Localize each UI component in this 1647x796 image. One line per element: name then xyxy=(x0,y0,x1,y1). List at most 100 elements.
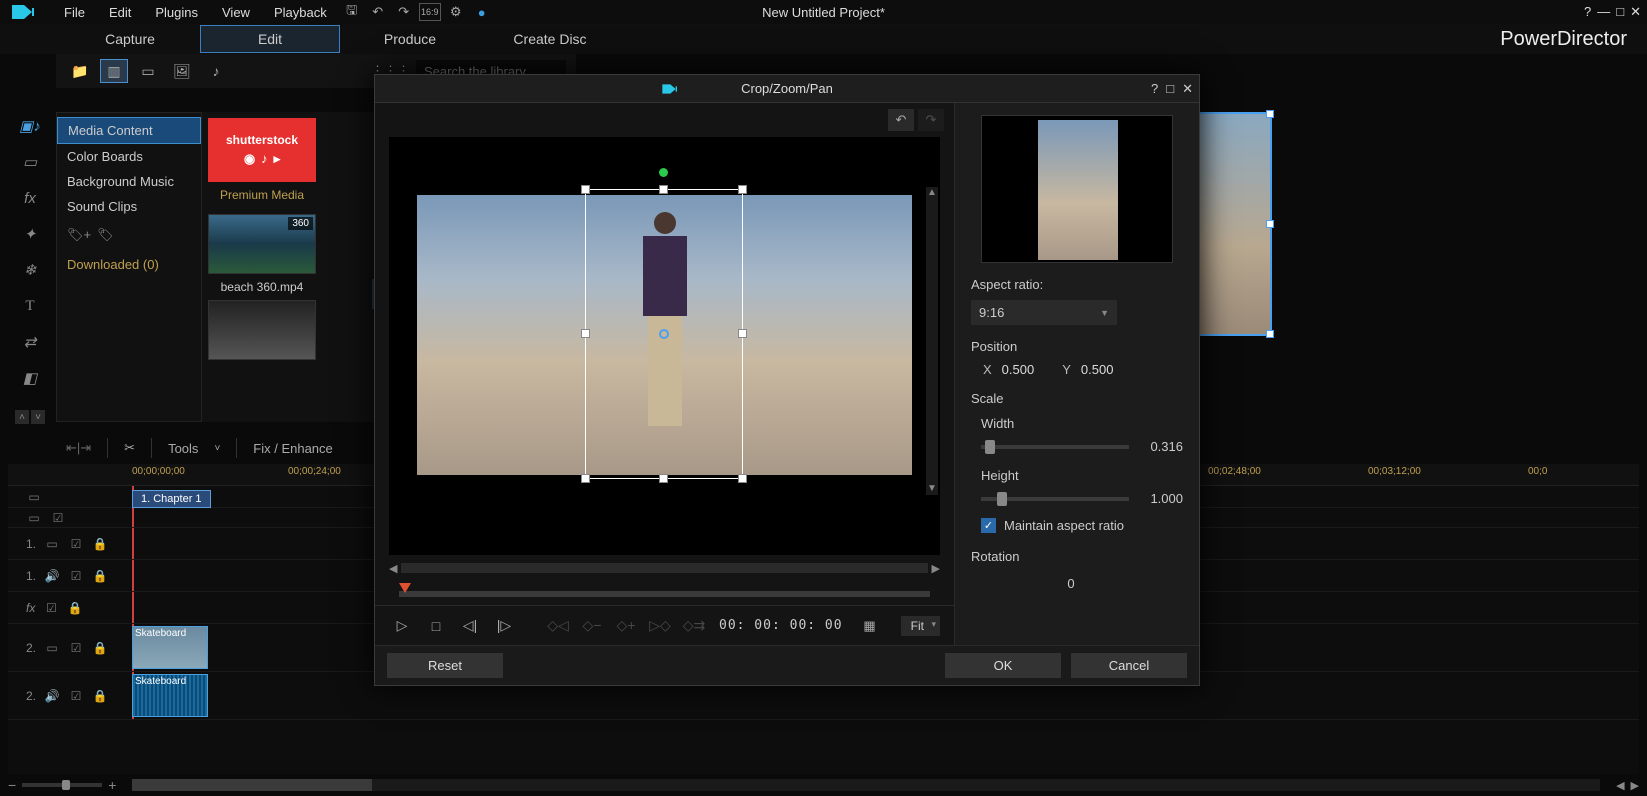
lock-icon[interactable]: 🔒 xyxy=(92,536,108,552)
scroll-left-icon[interactable]: ◀ xyxy=(1616,779,1624,792)
title-room-icon[interactable]: ▭ xyxy=(14,148,46,176)
save-icon[interactable]: 🖫 xyxy=(341,3,363,21)
menu-view[interactable]: View xyxy=(212,3,260,22)
zoom-out-icon[interactable]: − xyxy=(8,777,16,793)
cat-sound-clips[interactable]: Sound Clips xyxy=(57,194,201,219)
text-room-icon[interactable]: T xyxy=(14,292,46,320)
crop-handle-lm[interactable] xyxy=(581,329,590,338)
play-icon[interactable]: ▷ xyxy=(389,614,415,638)
cloud-icon[interactable]: ● xyxy=(471,3,493,21)
split-align-icon[interactable]: ⇤|⇥ xyxy=(66,440,91,456)
height-value[interactable]: 1.000 xyxy=(1139,491,1183,506)
undo-icon[interactable]: ↶ xyxy=(367,3,389,21)
settings-icon[interactable]: ⚙ xyxy=(445,3,467,21)
cat-media-content[interactable]: Media Content xyxy=(57,117,201,144)
marker-icon[interactable]: ▭ xyxy=(26,489,42,505)
menu-edit[interactable]: Edit xyxy=(99,3,141,22)
pos-y-value[interactable]: 0.500 xyxy=(1081,362,1114,377)
crop-handle-rm[interactable] xyxy=(738,329,747,338)
media-thumb[interactable]: 360 xyxy=(208,214,316,274)
track-toggle-icon[interactable]: ▭ xyxy=(26,510,42,526)
editor-undo-icon[interactable]: ↶ xyxy=(888,109,914,131)
tab-capture[interactable]: Capture xyxy=(60,26,200,52)
safezone-icon[interactable]: ▦ xyxy=(857,614,883,638)
visible-icon[interactable]: ☑ xyxy=(68,568,84,584)
aspect-ratio-select[interactable]: 9:16▼ xyxy=(971,300,1117,325)
shutterstock-tile[interactable]: shutterstock ◉ ♪ ▸ xyxy=(208,118,316,182)
dialog-titlebar[interactable]: Crop/Zoom/Pan ? □ ✕ xyxy=(375,75,1199,103)
stop-icon[interactable]: □ xyxy=(423,614,449,638)
editor-hscroll[interactable]: ◀▶ xyxy=(389,559,940,577)
media-room-icon[interactable]: ▣♪ xyxy=(14,112,46,140)
tab-edit[interactable]: Edit xyxy=(200,25,340,53)
tools-dropdown[interactable]: Tools xyxy=(168,441,198,456)
redo-icon[interactable]: ↷ xyxy=(393,3,415,21)
tag-add-icon[interactable]: 🏷+ xyxy=(67,227,91,243)
pos-x-value[interactable]: 0.500 xyxy=(1002,362,1035,377)
help-icon[interactable]: ? xyxy=(1584,4,1591,20)
kf-prev-icon[interactable]: ◇◁ xyxy=(545,614,571,638)
crop-handle-tr[interactable] xyxy=(738,185,747,194)
tab-produce[interactable]: Produce xyxy=(340,26,480,52)
crop-handle-bl[interactable] xyxy=(581,474,590,483)
handle-tr[interactable] xyxy=(1266,110,1274,118)
tab-create-disc[interactable]: Create Disc xyxy=(480,26,620,52)
visible-icon[interactable]: ☑ xyxy=(43,600,59,616)
fix-enhance-button[interactable]: Fix / Enhance xyxy=(253,441,333,456)
reset-button[interactable]: Reset xyxy=(387,653,503,678)
crop-handle-tl[interactable] xyxy=(581,185,590,194)
menu-file[interactable]: File xyxy=(54,3,95,22)
checkbox-icon[interactable]: ☑ xyxy=(50,510,66,526)
timeline-clip-video[interactable]: Skateboard xyxy=(132,626,208,669)
audio-room-icon[interactable]: ◧ xyxy=(14,364,46,392)
premium-media-label[interactable]: Premium Media xyxy=(208,182,316,214)
transition-room-icon[interactable]: ⇄ xyxy=(14,328,46,356)
visible-icon[interactable]: ☑ xyxy=(68,640,84,656)
particle-room-icon[interactable]: ❄ xyxy=(14,256,46,284)
kf-next-icon[interactable]: ▷◇ xyxy=(647,614,673,638)
kf-add-icon[interactable]: ◇+ xyxy=(613,614,639,638)
lock-icon[interactable]: 🔒 xyxy=(92,688,108,704)
timeline-clip-audio[interactable]: Skateboard xyxy=(132,674,208,717)
scissors-icon[interactable]: ✂ xyxy=(124,440,135,456)
next-frame-icon[interactable]: |▷ xyxy=(491,614,517,638)
timecode[interactable]: 00: 00: 00: 00 xyxy=(719,618,843,633)
handle-br[interactable] xyxy=(1266,330,1274,338)
tag-remove-icon[interactable]: 🏷 xyxy=(97,227,114,243)
prev-frame-icon[interactable]: ◁| xyxy=(457,614,483,638)
import-icon[interactable]: 📁 xyxy=(66,59,94,83)
crop-handle-bm[interactable] xyxy=(659,474,668,483)
crop-rectangle[interactable] xyxy=(585,189,743,479)
menu-playback[interactable]: Playback xyxy=(264,3,337,22)
cat-color-boards[interactable]: Color Boards xyxy=(57,144,201,169)
width-slider[interactable] xyxy=(981,445,1129,449)
lock-icon[interactable]: 🔒 xyxy=(92,568,108,584)
aspect-ratio-badge[interactable]: 16:9 xyxy=(419,3,441,21)
kf-remove-icon[interactable]: ◇− xyxy=(579,614,605,638)
audio-filter-icon[interactable]: ♪ xyxy=(202,59,230,83)
zoom-in-icon[interactable]: + xyxy=(108,777,116,793)
collapse-up-icon[interactable]: ˄ xyxy=(15,410,29,424)
collapse-down-icon[interactable]: ˅ xyxy=(31,410,45,424)
media-thumb-2[interactable] xyxy=(208,300,316,360)
lock-icon[interactable]: 🔒 xyxy=(92,640,108,656)
pip-room-icon[interactable]: ✦ xyxy=(14,220,46,248)
ok-button[interactable]: OK xyxy=(945,653,1061,678)
dialog-maximize-icon[interactable]: □ xyxy=(1166,81,1174,97)
height-slider[interactable] xyxy=(981,497,1129,501)
image-filter-icon[interactable]: 🖼 xyxy=(168,59,196,83)
scroll-right-icon[interactable]: ▶ xyxy=(1631,779,1639,792)
dialog-close-icon[interactable]: ✕ xyxy=(1182,81,1193,97)
rotate-handle[interactable] xyxy=(659,168,668,177)
list-view-icon[interactable]: ▭ xyxy=(134,59,162,83)
lock-icon[interactable]: 🔒 xyxy=(67,600,83,616)
downloaded-link[interactable]: Downloaded (0) xyxy=(57,251,201,278)
minimize-icon[interactable]: — xyxy=(1597,4,1610,20)
crop-handle-tm[interactable] xyxy=(659,185,668,194)
width-value[interactable]: 0.316 xyxy=(1139,439,1183,454)
cat-bg-music[interactable]: Background Music xyxy=(57,169,201,194)
maintain-aspect-checkbox[interactable]: ✓ xyxy=(981,518,996,533)
zoom-slider[interactable] xyxy=(22,783,102,787)
fx-room-icon[interactable]: fx xyxy=(14,184,46,212)
visible-icon[interactable]: ☑ xyxy=(68,688,84,704)
